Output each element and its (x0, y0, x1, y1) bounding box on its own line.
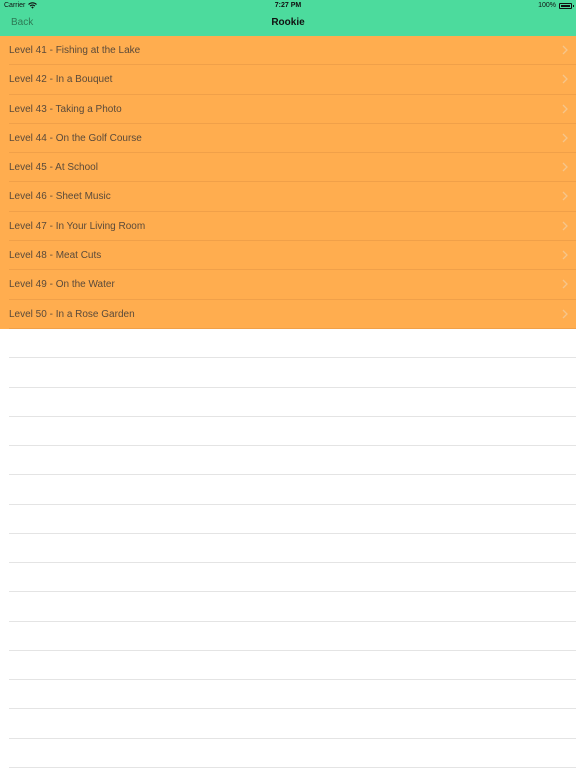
empty-row-separator (9, 708, 576, 710)
chevron-right-icon (562, 279, 568, 289)
empty-row-separator (9, 620, 576, 622)
chevron-right-icon (562, 192, 568, 201)
chevron-right-icon (562, 162, 568, 172)
level-row[interactable]: Level 46 - Sheet Music (0, 182, 576, 213)
clock: 7:27 PM (274, 2, 302, 9)
level-row-label: Level 41 - Fishing at the Lake (9, 45, 141, 56)
empty-row-separator (9, 415, 576, 417)
battery-indicator: 100% (538, 2, 574, 9)
level-row-label: Level 46 - Sheet Music (9, 191, 111, 203)
level-list: Level 41 - Fishing at the Lake Level 42 -… (0, 36, 576, 330)
level-row[interactable]: Level 42 - In a Bouquet (0, 65, 576, 95)
navigation-bar: Back Rookie (0, 12, 576, 36)
empty-row-separator (9, 649, 576, 651)
level-row-label: Level 48 - Meat Cuts (9, 250, 102, 262)
empty-row-separator (9, 386, 576, 388)
page-title: Rookie (271, 17, 305, 28)
empty-row-separator (9, 591, 576, 593)
empty-table-area (0, 328, 576, 768)
level-row[interactable]: Level 43 - Taking a Photo (0, 94, 576, 125)
level-row-label: Level 42 - In a Bouquet (9, 74, 113, 86)
empty-row-separator (9, 445, 576, 446)
level-row[interactable]: Level 44 - On the Golf Course (0, 123, 576, 154)
level-row-label: Level 45 - At School (9, 162, 98, 174)
level-row-label: Level 49 - On the Water (9, 279, 115, 291)
level-row-label: Level 47 - In Your Living Room (9, 220, 146, 232)
empty-row-separator (9, 474, 576, 476)
battery-percent: 100% (538, 2, 556, 9)
chevron-right-icon (562, 104, 568, 114)
level-row[interactable]: Level 47 - In Your Living Room (0, 211, 576, 242)
chevron-right-icon (562, 133, 568, 143)
empty-row-separator (9, 357, 576, 359)
chevron-right-icon (562, 309, 568, 319)
status-bar: Carrier 7:27 PM 100% (0, 0, 576, 12)
empty-row-separator (9, 562, 576, 563)
empty-row-separator (9, 532, 576, 534)
level-row[interactable]: Level 41 - Fishing at the Lake (0, 36, 576, 66)
chevron-right-icon (562, 250, 568, 260)
chevron-right-icon (562, 74, 568, 84)
chevron-right-icon (562, 45, 568, 55)
empty-row-separator (9, 737, 576, 739)
level-row-label: Level 43 - Taking a Photo (9, 103, 122, 115)
level-row-label: Level 50 - In a Rose Garden (9, 308, 135, 320)
level-row[interactable]: Level 45 - At School (0, 153, 576, 183)
empty-row-separator (9, 679, 576, 680)
level-row[interactable]: Level 50 - In a Rose Garden (0, 299, 576, 330)
level-row-label: Level 44 - On the Golf Course (9, 132, 142, 144)
level-row[interactable]: Level 48 - Meat Cuts (0, 241, 576, 271)
top-bar: Carrier 7:27 PM 100% Back Rookie (0, 0, 576, 36)
level-row[interactable]: Level 49 - On the Water (0, 270, 576, 300)
chevron-right-icon (562, 221, 568, 231)
empty-row-separator (9, 503, 576, 505)
battery-icon (559, 2, 574, 9)
